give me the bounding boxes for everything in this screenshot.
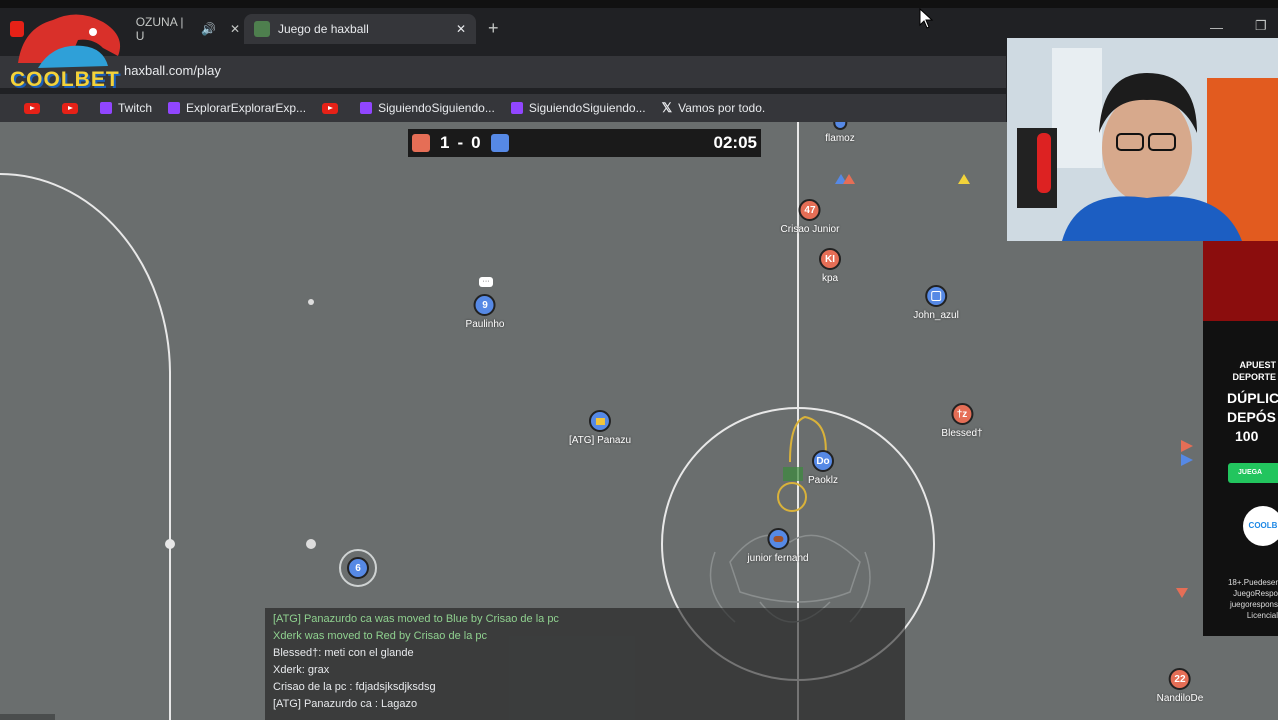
field-edge-right: [1203, 636, 1278, 720]
player-atg-panazu: [ATG] Panazu: [569, 410, 631, 446]
twitch-icon: [360, 102, 373, 114]
player-name: John_azul: [913, 310, 959, 321]
url-text[interactable]: haxball.com/play: [124, 63, 221, 78]
bookmark-label: ExplorarExplorarExp...: [186, 101, 307, 115]
player-disc: [925, 285, 947, 307]
player-flamoz: flamoz: [825, 122, 855, 144]
mouse-cursor-icon: [919, 8, 934, 29]
bookmark-label: SiguiendoSiguiendo...: [378, 101, 495, 115]
coolbet-logo: COOLBET: [8, 8, 132, 94]
scoreboard: 1 - 0 02:05: [408, 129, 761, 157]
bookmark-twitch[interactable]: Twitch: [100, 101, 152, 115]
player-kpa: KI kpa: [819, 248, 841, 284]
player-disc: [588, 410, 611, 432]
ad-disclaimer: 18+.Puedeser JuegoRespo juegorespons Licenc…: [1227, 578, 1278, 620]
player-name: junior fernand: [747, 553, 809, 564]
bookmarks-bar: Twitch ExplorarExplorarExp... SiguiendoS…: [0, 94, 1006, 122]
bookmark-label: SiguiendoSiguiendo...: [528, 101, 646, 115]
close-tab-icon[interactable]: ✕: [456, 22, 466, 36]
field-corner-marker: [0, 714, 55, 720]
twitch-icon: [510, 102, 523, 114]
player-name: NandiloDe: [1156, 693, 1203, 704]
window-top-edge: [0, 0, 1278, 8]
ad-hero-image: [1203, 241, 1278, 321]
bookmark-x[interactable]: 𝕏 Vamos por todo.: [662, 100, 766, 116]
bookmark-explorar[interactable]: ExplorarExplorarExp...: [168, 101, 306, 115]
close-tab-icon[interactable]: ✕: [230, 22, 240, 36]
logo-text: COOLBET: [10, 68, 120, 91]
player-name: Blessed†: [941, 428, 983, 439]
bookmark-youtube-1[interactable]: [24, 102, 46, 114]
tab-label: Juego de haxball: [278, 22, 369, 36]
bookmark-youtube-3[interactable]: [322, 102, 344, 114]
player-junior-fernand: junior fernand: [747, 528, 809, 564]
chat-line: [ATG] Panazurdo ca was moved to Blue by …: [273, 613, 559, 625]
ad-play-button[interactable]: JUEGA: [1228, 463, 1278, 483]
player-disc: [767, 528, 789, 550]
red-score: 1: [440, 133, 450, 152]
player-name: Paulinho: [465, 319, 505, 330]
player-disc: Do: [811, 450, 834, 472]
ad-headline: APUEST DEPORTE: [1232, 360, 1276, 382]
chat-line: [ATG] Panazurdo ca : Lagazo: [273, 698, 418, 710]
player-name: flamoz: [825, 133, 855, 144]
player-crisao-junior: 47 Crisao Junior: [780, 199, 840, 235]
chat-line: Crisao de la pc : fdjadsjksdjksdsg: [273, 681, 436, 693]
player-name: Paoklz: [807, 475, 839, 486]
restore-icon[interactable]: ❐: [1255, 18, 1267, 34]
score-separator: -: [457, 133, 464, 152]
player-highlight-ring: 6: [339, 549, 377, 587]
twitch-icon: [168, 102, 181, 114]
player-disc: 22: [1168, 668, 1191, 690]
player-disc: [832, 122, 847, 130]
player-disc: †z: [950, 403, 973, 425]
bookmark-youtube-2[interactable]: [62, 102, 84, 114]
player-disc: KI: [819, 248, 841, 270]
coolbet-ad[interactable]: APUEST DEPORTE DÚPLIC DEPÓS 100 JUEGA COOLB…: [1203, 241, 1278, 636]
blue-team-icon: [490, 134, 509, 152]
speaker-icon[interactable]: 🔊: [201, 22, 216, 36]
blue-score: 0: [471, 133, 481, 152]
player-disc: 6: [347, 557, 369, 579]
ad-brand-logo: COOLB: [1243, 506, 1278, 546]
minimize-icon[interactable]: —: [1210, 20, 1223, 35]
player-blessed: †z Blessed†: [941, 403, 983, 439]
player-paoklz: Do Paoklz: [808, 450, 838, 486]
match-timer: 02:05: [713, 133, 757, 152]
streamer-illustration: [1007, 38, 1278, 241]
ad-offer: DÚPLIC DEPÓS 100: [1227, 390, 1278, 444]
youtube-icon: [62, 102, 78, 114]
tab-label: OZUNA | U: [135, 15, 184, 43]
player-disc: 47: [798, 199, 821, 221]
youtube-icon: [322, 102, 339, 114]
bookmark-siguiendo-2[interactable]: SiguiendoSiguiendo...: [510, 101, 646, 115]
haxball-favicon-icon: [254, 21, 270, 37]
player-name: Crisao Junior: [780, 224, 840, 235]
player-self: 6: [339, 549, 377, 587]
bookmark-label: Twitch: [118, 101, 153, 115]
chat-log: [ATG] Panazurdo ca was moved to Blue by …: [265, 608, 905, 720]
tab-haxball[interactable]: Juego de haxball ✕: [244, 14, 476, 44]
player-name: kpa: [821, 273, 839, 284]
youtube-icon: [24, 102, 40, 114]
new-tab-button[interactable]: +: [488, 18, 499, 39]
player-disc: 9: [473, 294, 496, 316]
chat-line: Xderk was moved to Red by Crisao de la p…: [273, 630, 487, 642]
chat-line: Blessed†: meti con el glande: [273, 647, 414, 659]
player-john-azul: John_azul: [913, 285, 959, 321]
bookmark-label: Vamos por todo.: [678, 101, 766, 115]
player-nandilode: 22 NandiloDe: [1157, 668, 1203, 704]
player-name: [ATG] Panazu: [568, 435, 632, 446]
red-team-icon: [412, 134, 430, 152]
twitch-icon: [100, 102, 112, 114]
player-paulinho: 9 Paulinho: [465, 294, 505, 330]
x-icon: 𝕏: [661, 100, 673, 115]
bookmark-siguiendo-1[interactable]: SiguiendoSiguiendo...: [360, 101, 495, 115]
webcam-overlay: [1007, 38, 1278, 241]
chat-line: Xderk: grax: [273, 664, 330, 676]
chat-bubble-icon: ···: [479, 277, 493, 287]
